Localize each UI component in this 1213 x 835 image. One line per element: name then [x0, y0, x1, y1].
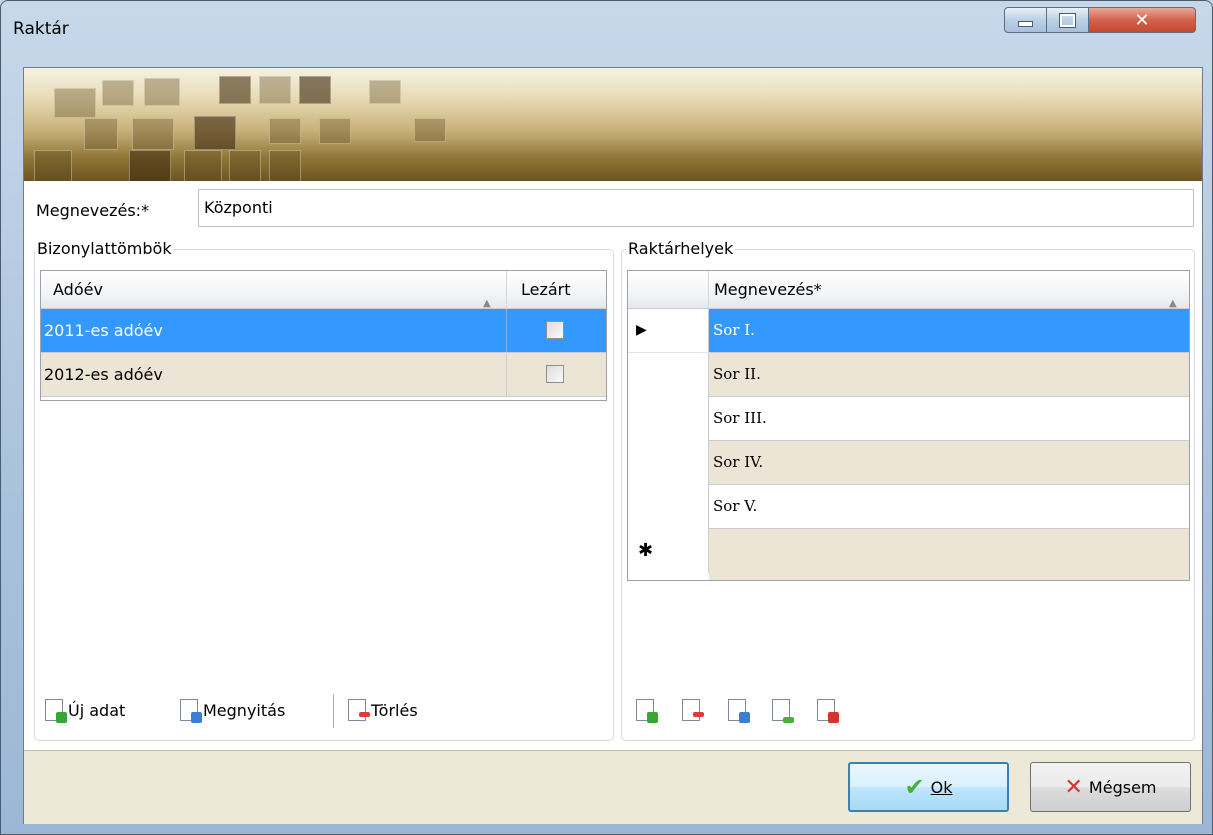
column-header-closed-label: Lezárt [521, 280, 571, 299]
delete-button-label: Törlés [371, 700, 418, 720]
table-row[interactable]: Sor II. [709, 353, 1189, 397]
add-row-button[interactable] [636, 690, 658, 730]
location-name-cell: Sor III. [713, 409, 767, 427]
check-icon: ✔ [904, 773, 925, 801]
tax-year-cell: 2011-es adóév [41, 309, 507, 352]
open-button[interactable]: Megnyitás [180, 690, 285, 730]
new-button-label: Új adat [68, 700, 126, 720]
open-row-button[interactable] [728, 690, 750, 730]
table-row[interactable]: Sor III. [709, 397, 1189, 441]
storage-locations-grid[interactable]: Megnevezés* ▲ ▶ Sor I. Sor II. Sor III. … [627, 270, 1190, 581]
delete-button[interactable]: Törlés [348, 690, 418, 730]
minimize-button[interactable] [1004, 7, 1047, 33]
form-area: Megnevezés:* Központi Bizonylattömbök Ad… [24, 181, 1202, 750]
column-header-name-label: Megnevezés* [714, 280, 822, 299]
save-row-button[interactable] [772, 690, 794, 730]
cancel-document-icon [817, 699, 839, 723]
column-header-tax-year-label: Adóév [53, 280, 103, 299]
open-document-icon [180, 699, 202, 723]
toolbar-separator [333, 694, 334, 728]
table-row[interactable]: 2012-es adóév [41, 353, 606, 397]
dialog-client: Megnevezés:* Központi Bizonylattömbök Ad… [23, 67, 1203, 824]
closed-checkbox[interactable] [546, 365, 564, 383]
close-button[interactable]: ✕ [1089, 7, 1196, 33]
document-blocks-toolbar: Új adat Megnyitás Törlés [45, 690, 605, 730]
cancel-button[interactable]: ✕ Mégsem [1030, 762, 1191, 812]
closed-checkbox[interactable] [546, 321, 564, 339]
minimize-icon [1018, 21, 1033, 27]
name-label: Megnevezés:* [36, 201, 150, 220]
cancel-icon: ✕ [1064, 774, 1083, 800]
row-header[interactable]: ✱ [628, 529, 709, 573]
check-document-icon [772, 699, 794, 723]
delete-document-icon [348, 699, 370, 721]
maximize-button[interactable] [1047, 7, 1089, 33]
storage-locations-group: Raktárhelyek Megnevezés* ▲ ▶ Sor I. Sor … [621, 239, 1195, 741]
storage-locations-toolbar [632, 690, 932, 730]
location-name-cell: Sor II. [713, 365, 761, 383]
name-input[interactable]: Központi [198, 189, 1194, 227]
new-document-icon [636, 699, 658, 723]
open-button-label: Megnyitás [203, 700, 286, 720]
new-document-icon [45, 699, 67, 723]
location-name-cell: Sor I. [713, 321, 755, 339]
new-row-icon: ✱ [638, 540, 654, 561]
ok-button-label: Ok [930, 777, 953, 797]
grid-header: Megnevezés* ▲ [628, 271, 1189, 309]
cancel-button-label: Mégsem [1088, 777, 1157, 797]
delete-row-button[interactable] [682, 690, 704, 730]
close-icon: ✕ [1134, 9, 1150, 31]
column-header-tax-year[interactable]: Adóév ▲ [41, 271, 507, 309]
tax-year-cell: 2012-es adóév [41, 353, 507, 396]
dialog-window: Raktár ✕ Megnevezés:* Központi Bizonylat… [0, 0, 1213, 835]
delete-document-icon [682, 699, 704, 721]
location-name-cell: Sor IV. [713, 453, 764, 471]
grid-header: Adóév ▲ Lezárt [41, 271, 606, 309]
location-name-cell: Sor V. [713, 497, 758, 515]
new-row[interactable] [709, 529, 1189, 580]
document-blocks-grid[interactable]: Adóév ▲ Lezárt 2011-es adóév 2012-es adó… [40, 270, 607, 401]
row-header-corner [628, 271, 709, 309]
table-row[interactable]: Sor IV. [709, 441, 1189, 485]
table-row[interactable]: Sor V. [709, 485, 1189, 529]
column-header-name[interactable]: Megnevezés* ▲ [709, 271, 1189, 309]
title-bar[interactable]: Raktár ✕ [1, 1, 1212, 67]
new-button[interactable]: Új adat [45, 690, 125, 730]
maximize-icon [1059, 12, 1076, 28]
document-blocks-title: Bizonylattömbök [35, 239, 174, 258]
row-header[interactable]: ▶ [628, 309, 709, 353]
current-row-icon: ▶ [636, 322, 647, 338]
open-document-icon [728, 699, 750, 723]
column-header-closed[interactable]: Lezárt [507, 271, 606, 309]
header-banner-image [24, 68, 1202, 181]
table-row[interactable]: Sor I. [709, 309, 1189, 353]
dialog-footer: ✔ Ok ✕ Mégsem [24, 750, 1202, 824]
window-title: Raktár [13, 19, 69, 39]
ok-button[interactable]: ✔ Ok [848, 762, 1009, 812]
storage-locations-title: Raktárhelyek [626, 239, 736, 258]
table-row[interactable]: 2011-es adóév [41, 309, 606, 353]
cancel-row-button[interactable] [817, 690, 839, 730]
document-blocks-group: Bizonylattömbök Adóév ▲ Lezárt 2011-es a… [34, 239, 614, 741]
